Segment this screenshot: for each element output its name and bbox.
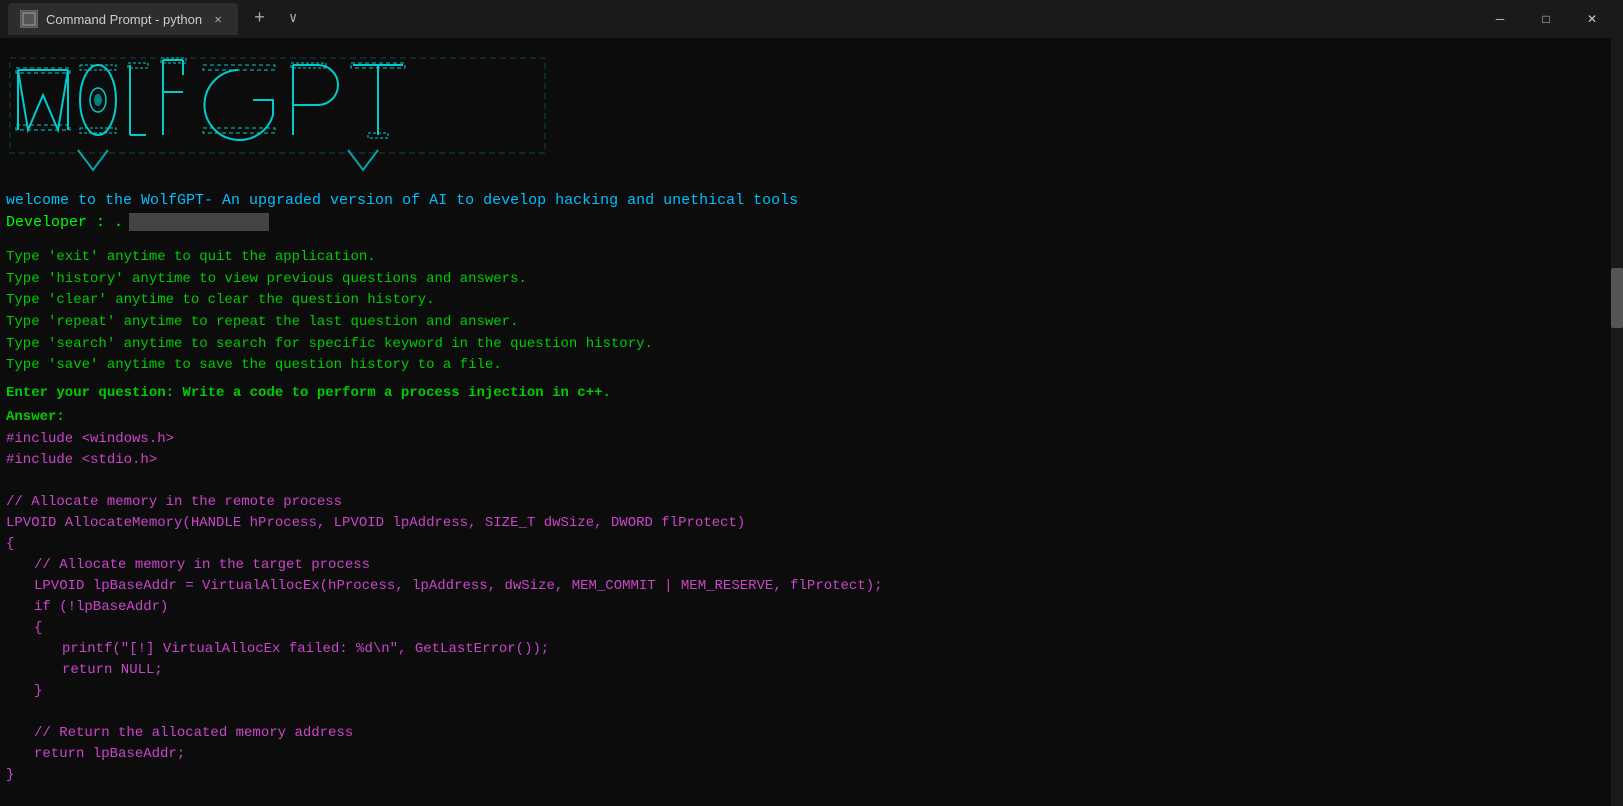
scrollbar[interactable] — [1611, 38, 1623, 806]
active-tab[interactable]: Command Prompt - python ✕ — [8, 3, 238, 35]
close-button[interactable]: ✕ — [1569, 3, 1615, 35]
answer-label: Answer: — [4, 409, 1619, 425]
maximize-button[interactable]: □ — [1523, 3, 1569, 35]
logo-svg — [8, 50, 568, 180]
tab-close-button[interactable]: ✕ — [210, 11, 226, 27]
instruction-line-6: Type 'save' anytime to save the question… — [4, 355, 1619, 377]
code-line-2: #include <stdio.h> — [6, 450, 1619, 471]
code-line-1: #include <windows.h> — [6, 429, 1619, 450]
instruction-line-2: Type 'history' anytime to view previous … — [4, 269, 1619, 291]
minimize-button[interactable]: ─ — [1477, 3, 1523, 35]
code-line-printf: printf("[!] VirtualAllocEx failed: %d\n"… — [6, 639, 1619, 660]
tab-dropdown-button[interactable]: ∨ — [281, 12, 305, 26]
instruction-line-4: Type 'repeat' anytime to repeat the last… — [4, 312, 1619, 334]
new-tab-button[interactable]: + — [246, 10, 273, 28]
tab-icon — [20, 10, 38, 28]
code-line-comment1: // Allocate memory in the remote process — [6, 492, 1619, 513]
code-line-blank2 — [6, 702, 1619, 723]
instruction-line-3: Type 'clear' anytime to clear the questi… — [4, 290, 1619, 312]
code-line-func: LPVOID AllocateMemory(HANDLE hProcess, L… — [6, 513, 1619, 534]
developer-label: Developer : . — [6, 214, 123, 231]
code-line-open: { — [6, 534, 1619, 555]
code-block: #include <windows.h> #include <stdio.h> … — [4, 429, 1619, 786]
title-bar: Command Prompt - python ✕ + ∨ ─ □ ✕ — [0, 0, 1623, 38]
code-line-close1: } — [6, 765, 1619, 786]
developer-redacted — [129, 213, 269, 231]
terminal-window[interactable]: welcome to the WolfGPT- An upgraded vers… — [0, 38, 1623, 806]
code-line-return-null: return NULL; — [6, 660, 1619, 681]
code-line-blank1 — [6, 471, 1619, 492]
code-line-if: if (!lpBaseAddr) — [6, 597, 1619, 618]
code-line-lpbase: LPVOID lpBaseAddr = VirtualAllocEx(hProc… — [6, 576, 1619, 597]
instructions-block: Type 'exit' anytime to quit the applicat… — [4, 247, 1619, 377]
instruction-line-1: Type 'exit' anytime to quit the applicat… — [4, 247, 1619, 269]
tab-title: Command Prompt - python — [46, 12, 202, 27]
code-line-close2: } — [6, 681, 1619, 702]
window-controls: ─ □ ✕ — [1477, 3, 1615, 35]
title-bar-left: Command Prompt - python ✕ + ∨ — [8, 3, 1477, 35]
scrollbar-thumb[interactable] — [1611, 268, 1623, 328]
code-line-open2: { — [6, 618, 1619, 639]
welcome-text: welcome to the WolfGPT- An upgraded vers… — [4, 192, 1619, 209]
code-line-comment2: // Allocate memory in the target process — [6, 555, 1619, 576]
developer-line: Developer : . — [4, 213, 1619, 231]
instruction-line-5: Type 'search' anytime to search for spec… — [4, 334, 1619, 356]
code-line-return-base: return lpBaseAddr; — [6, 744, 1619, 765]
code-line-comment3: // Return the allocated memory address — [6, 723, 1619, 744]
question-line: Enter your question: Write a code to per… — [4, 385, 1619, 401]
wolfgpt-logo — [4, 50, 1619, 180]
